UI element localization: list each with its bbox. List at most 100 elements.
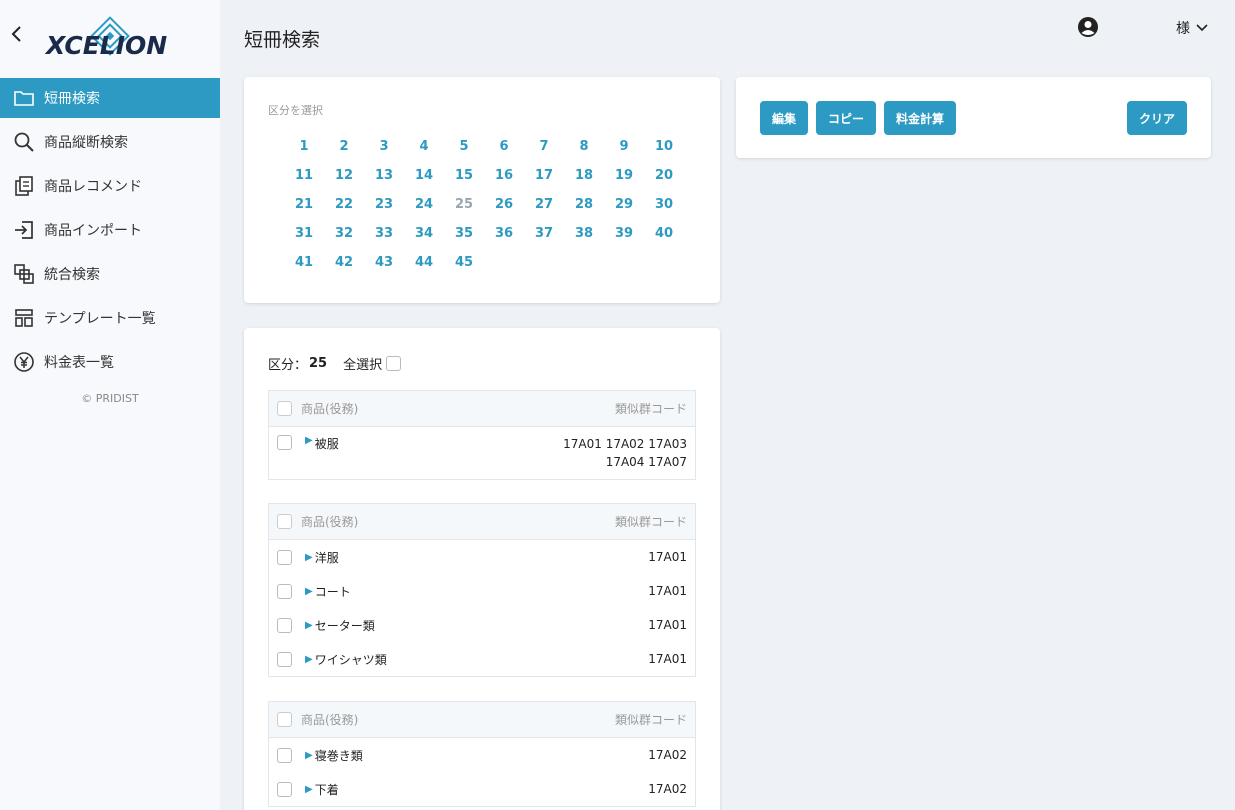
account-icon[interactable] (1077, 16, 1099, 38)
sidebar-item-price-list[interactable]: 料金表一覧 (0, 342, 220, 382)
kubun-number-38[interactable]: 38 (564, 226, 604, 245)
kubun-number-14[interactable]: 14 (404, 168, 444, 187)
template-icon (12, 306, 36, 330)
group-select-checkbox[interactable] (277, 712, 292, 727)
group-select-checkbox[interactable] (277, 514, 292, 529)
similar-group-code: 17A01 (648, 584, 687, 598)
svg-text:XCELION: XCELION (44, 31, 167, 60)
kubun-number-23[interactable]: 23 (364, 197, 404, 216)
kubun-number-21[interactable]: 21 (284, 197, 324, 216)
kubun-number-10[interactable]: 10 (644, 139, 684, 158)
kubun-number-31[interactable]: 31 (284, 226, 324, 245)
kubun-label: 区分： (268, 358, 308, 373)
similar-group-code: 17A02 (648, 782, 687, 796)
kubun-number-40[interactable]: 40 (644, 226, 684, 245)
code-column-header: 類似群コード (614, 713, 687, 727)
expand-triangle-icon[interactable]: ▶ (305, 435, 313, 446)
kubun-number-37[interactable]: 37 (524, 226, 564, 245)
kubun-number-19[interactable]: 19 (604, 168, 644, 187)
kubun-number-22[interactable]: 22 (324, 197, 364, 216)
integrated-search-icon (12, 262, 36, 286)
kubun-number-12[interactable]: 12 (324, 168, 364, 187)
sidebar-item-integrated-search[interactable]: 統合検索 (0, 254, 220, 294)
kubun-number-27[interactable]: 27 (524, 197, 564, 216)
kubun-number-24[interactable]: 24 (404, 197, 444, 216)
product-name: ワイシャツ類 (314, 652, 387, 667)
kubun-number-3[interactable]: 3 (364, 139, 404, 158)
kubun-number-41[interactable]: 41 (284, 255, 324, 274)
code-line: 17A01 17A02 17A03 (563, 437, 687, 451)
back-arrow-icon[interactable] (8, 22, 26, 46)
product-group-table: 商品(役務) 類似群コード ▶ 洋服 17A01 ▶ コート 17A01 ▶ セ… (268, 503, 696, 677)
expand-triangle-icon[interactable]: ▶ (305, 620, 313, 631)
expand-triangle-icon[interactable]: ▶ (305, 654, 313, 665)
kubun-number-33[interactable]: 33 (364, 226, 404, 245)
kubun-number-28[interactable]: 28 (564, 197, 604, 216)
kubun-number-16[interactable]: 16 (484, 168, 524, 187)
kubun-number-9[interactable]: 9 (604, 139, 644, 158)
sidebar-item-product-cross-search[interactable]: 商品縦断検索 (0, 122, 220, 162)
kubun-number-5[interactable]: 5 (444, 139, 484, 158)
kubun-number-11[interactable]: 11 (284, 168, 324, 187)
kubun-number-2[interactable]: 2 (324, 139, 364, 158)
kubun-number-30[interactable]: 30 (644, 197, 684, 216)
expand-triangle-icon[interactable]: ▶ (305, 586, 313, 597)
kubun-number-32[interactable]: 32 (324, 226, 364, 245)
product-column-header: 商品(役務) (301, 713, 359, 727)
kubun-number-35[interactable]: 35 (444, 226, 484, 245)
copy-button[interactable]: コピー (816, 101, 876, 135)
calc-fee-button[interactable]: 料金計算 (884, 101, 956, 135)
table-row[interactable]: ▶ 寝巻き類 17A02 (269, 738, 695, 772)
kubun-number-29[interactable]: 29 (604, 197, 644, 216)
code-column-header: 類似群コード (614, 402, 687, 416)
kubun-number-42[interactable]: 42 (324, 255, 364, 274)
sidebar-item-label: 商品レコメンド (44, 179, 142, 195)
row-checkbox[interactable] (277, 781, 292, 797)
row-checkbox[interactable] (277, 651, 292, 667)
select-all-checkbox[interactable] (386, 356, 402, 371)
kubun-number-1[interactable]: 1 (284, 139, 324, 158)
row-checkbox[interactable] (277, 617, 292, 633)
edit-button[interactable]: 編集 (760, 101, 808, 135)
sidebar-item-tanzaku-search[interactable]: 短冊検索 (0, 78, 220, 118)
kubun-select-label: 区分を選択 (268, 104, 323, 117)
table-row[interactable]: ▶ コート 17A01 (269, 574, 695, 608)
sidebar-item-template-list[interactable]: テンプレート一覧 (0, 298, 220, 338)
clear-button[interactable]: クリア (1127, 101, 1187, 135)
expand-triangle-icon[interactable]: ▶ (305, 552, 313, 563)
kubun-number-8[interactable]: 8 (564, 139, 604, 158)
sidebar-item-product-recommend[interactable]: 商品レコメンド (0, 166, 220, 206)
group-select-checkbox[interactable] (277, 401, 292, 416)
kubun-number-7[interactable]: 7 (524, 139, 564, 158)
expand-triangle-icon[interactable]: ▶ (305, 784, 313, 795)
kubun-number-36[interactable]: 36 (484, 226, 524, 245)
table-row[interactable]: ▶ 洋服 17A01 (269, 540, 695, 574)
kubun-number-45[interactable]: 45 (444, 255, 484, 274)
row-checkbox[interactable] (277, 583, 292, 599)
product-column-header: 商品(役務) (301, 515, 359, 529)
kubun-number-44[interactable]: 44 (404, 255, 444, 274)
kubun-number-18[interactable]: 18 (564, 168, 604, 187)
expand-triangle-icon[interactable]: ▶ (305, 750, 313, 761)
kubun-number-20[interactable]: 20 (644, 168, 684, 187)
kubun-number-39[interactable]: 39 (604, 226, 644, 245)
row-checkbox[interactable] (277, 435, 292, 450)
row-checkbox[interactable] (277, 747, 292, 763)
product-name: 被服 (314, 437, 339, 451)
sidebar-item-product-import[interactable]: 商品インポート (0, 210, 220, 250)
user-menu[interactable]: 様 (1176, 18, 1208, 38)
kubun-number-26[interactable]: 26 (484, 197, 524, 216)
kubun-number-43[interactable]: 43 (364, 255, 404, 274)
table-row[interactable]: ▶ ワイシャツ類 17A01 (269, 642, 695, 676)
kubun-number-25[interactable]: 25 (444, 197, 484, 216)
kubun-number-6[interactable]: 6 (484, 139, 524, 158)
kubun-number-15[interactable]: 15 (444, 168, 484, 187)
table-row[interactable]: ▶ セーター類 17A01 (269, 608, 695, 642)
kubun-number-34[interactable]: 34 (404, 226, 444, 245)
kubun-number-4[interactable]: 4 (404, 139, 444, 158)
row-checkbox[interactable] (277, 549, 292, 565)
table-row[interactable]: ▶ 被服 17A01 17A02 17A03 17A04 17A07 (269, 427, 695, 479)
kubun-number-13[interactable]: 13 (364, 168, 404, 187)
table-row[interactable]: ▶ 下着 17A02 (269, 772, 695, 806)
kubun-number-17[interactable]: 17 (524, 168, 564, 187)
